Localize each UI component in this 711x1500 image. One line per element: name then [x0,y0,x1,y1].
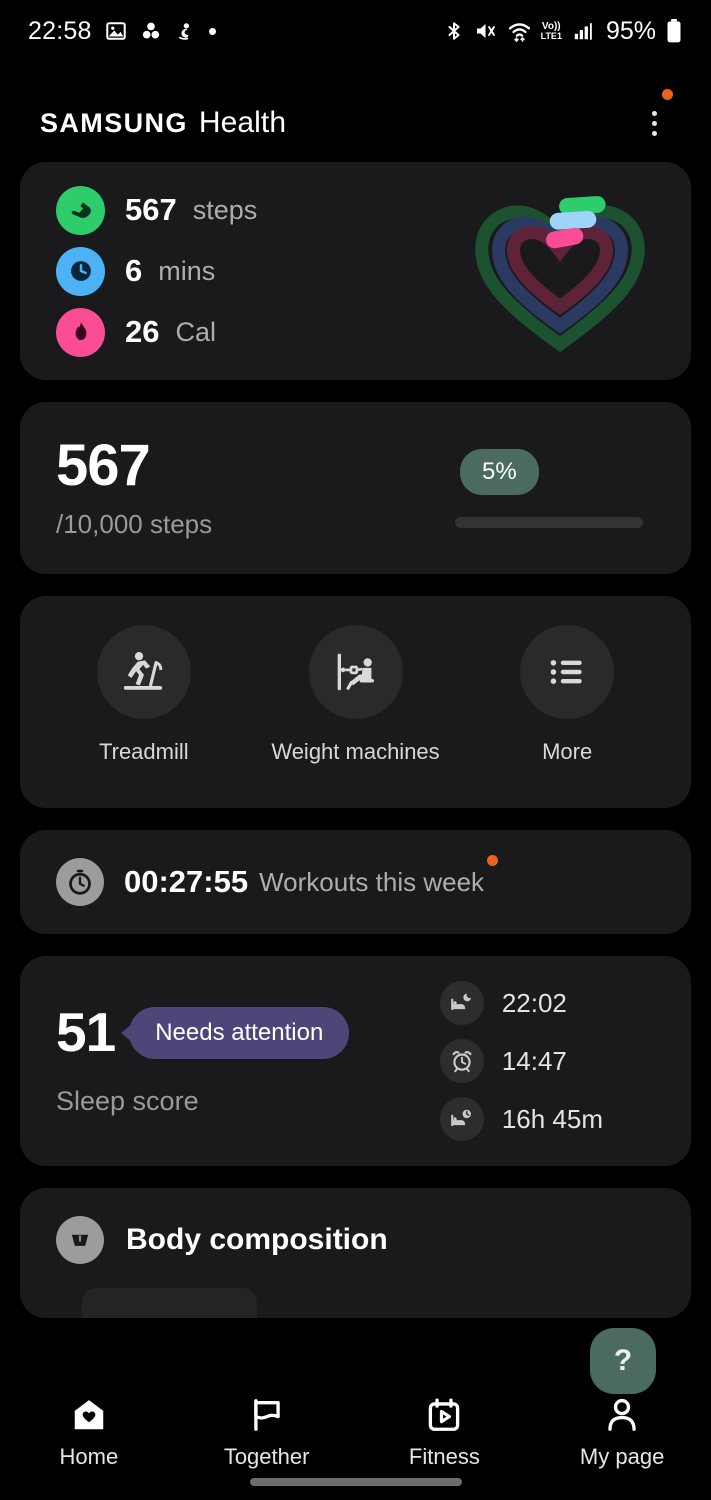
steps-goal: /10,000 steps [56,508,213,539]
workout-notification-dot [487,854,499,866]
bottom-navigation: Home Together Fitness My page [0,1382,711,1500]
app-title: SAMSUNG Health [40,106,286,140]
menu-notification-badge [662,89,673,100]
bluetooth-icon [448,22,460,40]
workout-shortcuts-card: Treadmill Weight machines More [20,596,691,808]
body-composition-header: Body composition [56,1216,655,1264]
steps-text-block: 567 /10,000 steps [56,432,213,540]
mins-value: 6 [125,253,143,288]
status-bar-left: 22:58 [28,17,216,46]
app-screen: 22:58 Vo)) LTE1 95% SAMSUNG Health 567 s… [0,0,711,1500]
nav-item-home[interactable]: Home [0,1396,178,1470]
scale-icon [56,1216,104,1264]
shortcut-label-treadmill: Treadmill [99,739,189,764]
sleep-score-label: Sleep score [56,1086,199,1116]
sleep-score-value: 51 [56,1001,116,1063]
activity-row-mins: 6 mins [56,246,257,296]
wifi-icon [508,23,530,42]
more-vertical-icon[interactable] [637,89,673,145]
battery-percent: 95% [605,16,656,45]
cal-unit: Cal [175,316,216,347]
bed-clock-icon [439,1097,484,1141]
status-badge: Needs attention [129,1006,350,1059]
home-heart-icon [74,1400,104,1430]
status-bar-right: Vo)) LTE1 95% [443,17,683,46]
card-list: 567 steps 6 mins 26 Cal 567 /10,000 step… [0,162,711,1318]
body-composition-action-partial[interactable] [82,1288,257,1318]
list-icon [520,625,615,719]
nav-label-my-page: My page [579,1444,665,1469]
shortcut-label-more: More [542,739,593,764]
brand-samsung: SAMSUNG [40,108,188,138]
gallery-icon [105,22,126,40]
mins-unit: mins [158,255,216,286]
nav-label-fitness: Fitness [408,1444,480,1469]
shortcut-weight-machines[interactable]: Weight machines [250,625,462,765]
clock-icon [56,246,105,296]
calendar-play-icon [429,1398,460,1431]
battery-icon [667,19,681,43]
dots-cluster-icon [142,22,159,39]
fab-label: ? [613,1344,633,1377]
sleep-detail-bedtime: 22:02 [439,981,603,1025]
nav-item-together[interactable]: Together [178,1396,356,1470]
steps-progress-block: 5% [455,448,655,528]
activity-row-steps: 567 steps [56,185,258,235]
notification-dot-icon [208,27,216,35]
alarm-clock-icon [439,1039,484,1083]
steps-card[interactable]: 567 /10,000 steps 5% [20,402,691,574]
treadmill-icon [96,625,191,719]
steps-unit: steps [192,194,258,225]
home-indicator[interactable] [249,1478,462,1486]
shoe-icon [56,185,105,235]
workout-label: Workouts this week [259,854,499,898]
nav-label-home: Home [59,1444,119,1469]
heart-activity-rings [465,184,655,359]
flag-icon [253,1399,280,1431]
sleep-bedtime: 22:02 [501,987,567,1018]
help-icon[interactable]: ? [590,1328,656,1394]
figure-icon [178,22,189,40]
cal-value: 26 [125,314,160,349]
nav-label-together: Together [223,1444,310,1469]
shortcut-more[interactable]: More [461,625,673,765]
activity-summary-card[interactable]: 567 steps 6 mins 26 Cal [20,162,691,380]
sleep-card[interactable]: 51 Needs attention Sleep score 22:02 14:… [20,956,691,1166]
activity-metrics: 567 steps 6 mins 26 Cal [56,185,258,357]
volte-icon: Vo)) LTE1 [540,20,562,41]
steps-percent-badge: 5% [460,448,539,495]
sleep-detail-waketime: 14:47 [439,1039,603,1083]
sleep-waketime: 14:47 [501,1045,567,1076]
shortcut-label-weight-machines: Weight machines [271,739,440,764]
sleep-summary: 51 Needs attention Sleep score [56,1001,350,1117]
nav-item-fitness[interactable]: Fitness [356,1396,534,1470]
body-composition-card[interactable]: Body composition [20,1188,691,1318]
signal-icon [574,23,592,40]
brand-health: Health [198,106,287,139]
workouts-card[interactable]: 00:27:55 Workouts this week [20,830,691,934]
weight-machine-icon [308,625,403,719]
status-bar: 22:58 Vo)) LTE1 95% [0,0,711,62]
app-header: SAMSUNG Health [0,84,711,162]
steps-value: 567 [125,192,177,227]
stopwatch-icon [56,858,104,906]
sleep-details: 22:02 14:47 16h 45m [439,981,655,1141]
activity-row-cal: 26 Cal [56,307,257,357]
mute-vibrate-icon [476,24,495,38]
sleep-duration: 16h 45m [501,1103,603,1134]
flame-icon [56,307,105,357]
person-icon [608,1398,636,1431]
bed-moon-icon [439,981,484,1025]
shortcut-treadmill[interactable]: Treadmill [38,625,250,765]
nav-item-my-page[interactable]: My page [533,1396,711,1470]
workout-duration: 00:27:55 [124,864,249,899]
status-time: 22:58 [28,16,92,45]
steps-count: 567 [56,432,151,498]
body-composition-title: Body composition [126,1223,388,1256]
steps-progress-bar [455,516,643,528]
sleep-score-row: 51 Needs attention [56,1001,350,1063]
sleep-detail-duration: 16h 45m [439,1097,603,1141]
